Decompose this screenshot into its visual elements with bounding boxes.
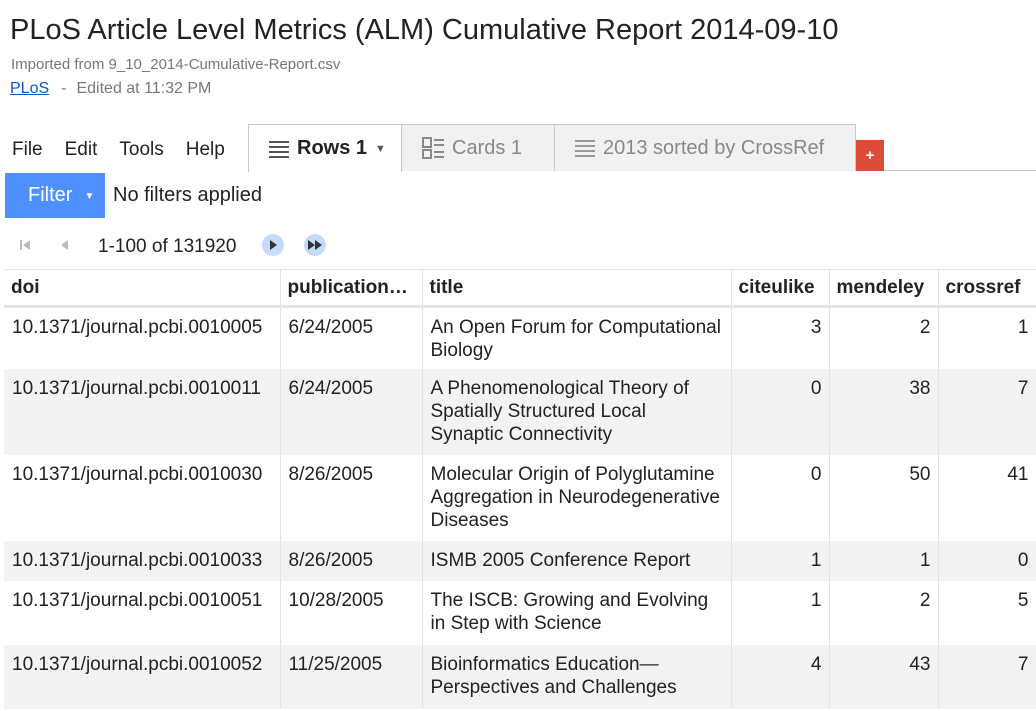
- page-title: PLoS Article Level Metrics (ALM) Cumulat…: [10, 14, 839, 46]
- menu-file[interactable]: File: [0, 138, 54, 164]
- import-source: Imported from 9_10_2014-Cumulative-Repor…: [11, 56, 341, 73]
- first-page-icon[interactable]: [14, 234, 36, 256]
- owner-link[interactable]: PLoS: [10, 80, 49, 97]
- rows-icon: [575, 139, 595, 157]
- menu-tools[interactable]: Tools: [108, 138, 174, 164]
- filter-label: Filter: [28, 184, 73, 206]
- cell-mendeley[interactable]: 2: [829, 306, 939, 369]
- cell-mendeley[interactable]: 1: [829, 541, 939, 581]
- cell-doi[interactable]: 10.1371/journal.pcbi.0010011: [4, 369, 281, 455]
- cell-title[interactable]: The ISCB: Growing and Evolving in Step w…: [422, 581, 732, 645]
- cell-doi[interactable]: 10.1371/journal.pcbi.0010051: [4, 581, 281, 645]
- tab-cards-label: Cards 1: [452, 136, 523, 159]
- menu-bar: File Edit Tools Help: [0, 138, 236, 164]
- column-header-doi[interactable]: doi: [4, 269, 281, 308]
- table-header-row: doi publication… title citeulike mendele…: [4, 269, 1036, 308]
- cell-title[interactable]: Bioinformatics Education—Perspectives an…: [422, 645, 732, 709]
- data-table: doi publication… title citeulike mendele…: [4, 269, 1036, 709]
- cell-doi[interactable]: 10.1371/journal.pcbi.0010052: [4, 645, 281, 709]
- table-row[interactable]: 10.1371/journal.pcbi.0010030 8/26/2005 M…: [4, 455, 1036, 541]
- tab-rows[interactable]: Rows 1 ▼: [248, 124, 402, 172]
- cell-citeulike[interactable]: 3: [731, 306, 830, 369]
- table-row[interactable]: 10.1371/journal.pcbi.0010033 8/26/2005 I…: [4, 541, 1036, 581]
- column-header-citeulike[interactable]: citeulike: [731, 269, 830, 308]
- cell-title[interactable]: Molecular Origin of Polyglutamine Aggreg…: [422, 455, 732, 541]
- cell-citeulike[interactable]: 0: [731, 369, 830, 455]
- cell-crossref[interactable]: 7: [938, 369, 1036, 455]
- column-header-publication[interactable]: publication…: [280, 269, 423, 308]
- filter-button[interactable]: Filter ▼: [5, 173, 105, 218]
- tab-2013-sorted[interactable]: 2013 sorted by CrossRef: [554, 124, 856, 171]
- tab-cards[interactable]: Cards 1: [401, 124, 555, 171]
- tab-sorted-label: 2013 sorted by CrossRef: [603, 136, 825, 159]
- cell-crossref[interactable]: 1: [938, 306, 1036, 369]
- cell-crossref[interactable]: 5: [938, 581, 1036, 645]
- cell-publication-date[interactable]: 6/24/2005: [280, 306, 423, 369]
- menu-edit[interactable]: Edit: [54, 138, 109, 164]
- table-row[interactable]: 10.1371/journal.pcbi.0010052 11/25/2005 …: [4, 645, 1036, 709]
- cards-icon: [422, 137, 444, 159]
- previous-page-icon[interactable]: [54, 234, 76, 256]
- rows-icon: [269, 140, 289, 158]
- cell-publication-date[interactable]: 11/25/2005: [280, 645, 423, 709]
- cell-publication-date[interactable]: 8/26/2005: [280, 455, 423, 541]
- cell-publication-date[interactable]: 8/26/2005: [280, 541, 423, 581]
- table-row[interactable]: 10.1371/journal.pcbi.0010005 6/24/2005 A…: [4, 306, 1036, 369]
- cell-publication-date[interactable]: 6/24/2005: [280, 369, 423, 455]
- cell-mendeley[interactable]: 2: [829, 581, 939, 645]
- cell-citeulike[interactable]: 4: [731, 645, 830, 709]
- cell-citeulike[interactable]: 0: [731, 455, 830, 541]
- last-page-icon[interactable]: [304, 234, 326, 256]
- owner-line: PLoS - Edited at 11:32 PM: [10, 80, 211, 98]
- cell-citeulike[interactable]: 1: [731, 581, 830, 645]
- cell-doi[interactable]: 10.1371/journal.pcbi.0010005: [4, 306, 281, 369]
- pager: 1-100 of 131920: [0, 230, 400, 260]
- cell-mendeley[interactable]: 43: [829, 645, 939, 709]
- cell-citeulike[interactable]: 1: [731, 541, 830, 581]
- cell-mendeley[interactable]: 38: [829, 369, 939, 455]
- cell-title[interactable]: A Phenomenological Theory of Spatially S…: [422, 369, 732, 455]
- add-tab-button[interactable]: +: [856, 140, 884, 171]
- cell-crossref[interactable]: 41: [938, 455, 1036, 541]
- cell-doi[interactable]: 10.1371/journal.pcbi.0010033: [4, 541, 281, 581]
- edited-time: Edited at 11:32 PM: [76, 80, 212, 97]
- cell-publication-date[interactable]: 10/28/2005: [280, 581, 423, 645]
- separator: -: [61, 80, 67, 97]
- cell-title[interactable]: ISMB 2005 Conference Report: [422, 541, 732, 581]
- page-range: 1-100 of 131920: [98, 236, 237, 257]
- cell-title[interactable]: An Open Forum for Computational Biology: [422, 306, 732, 369]
- next-page-icon[interactable]: [262, 234, 284, 256]
- cell-doi[interactable]: 10.1371/journal.pcbi.0010030: [4, 455, 281, 541]
- column-header-title[interactable]: title: [422, 269, 732, 308]
- cell-crossref[interactable]: 7: [938, 645, 1036, 709]
- chevron-down-icon: ▼: [84, 191, 95, 202]
- column-header-crossref[interactable]: crossref: [938, 269, 1036, 308]
- table-row[interactable]: 10.1371/journal.pcbi.0010051 10/28/2005 …: [4, 581, 1036, 645]
- chevron-down-icon[interactable]: ▼: [375, 143, 386, 155]
- filter-status: No filters applied: [113, 184, 262, 206]
- tab-rows-label: Rows 1: [297, 137, 368, 159]
- menu-help[interactable]: Help: [175, 138, 236, 164]
- table-row[interactable]: 10.1371/journal.pcbi.0010011 6/24/2005 A…: [4, 369, 1036, 455]
- cell-mendeley[interactable]: 50: [829, 455, 939, 541]
- cell-crossref[interactable]: 0: [938, 541, 1036, 581]
- column-header-mendeley[interactable]: mendeley: [829, 269, 939, 308]
